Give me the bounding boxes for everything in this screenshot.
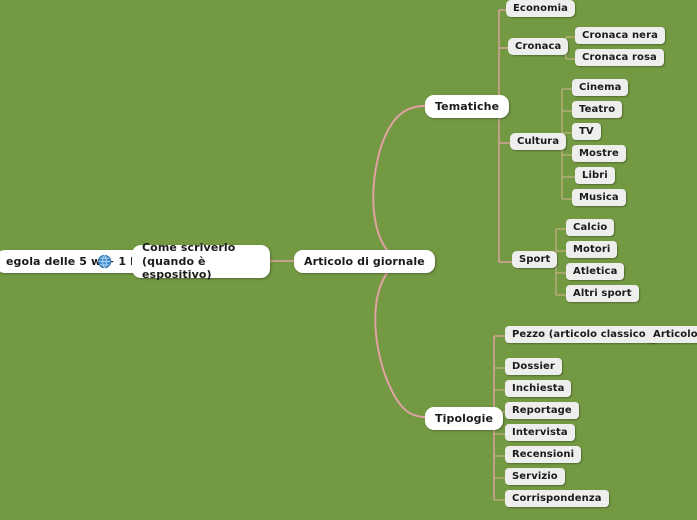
node-label: egola delle 5 w + 1 h	[6, 255, 139, 268]
node-label: Cronaca nera	[582, 30, 658, 41]
node-calcio[interactable]: Calcio	[566, 219, 615, 236]
node-label: Libri	[582, 170, 608, 181]
node-servizio[interactable]: Servizio	[505, 468, 565, 485]
node-label: Tipologie	[435, 412, 494, 425]
node-label: Servizio	[512, 471, 558, 482]
node-label: Altri sport	[573, 288, 632, 299]
node-label: Mostre	[579, 148, 619, 159]
node-corrispondenza[interactable]: Corrispondenza	[505, 490, 609, 507]
node-label: Sport	[519, 254, 551, 265]
node-label: Cronaca	[515, 41, 562, 52]
node-cinema[interactable]: Cinema	[572, 79, 629, 96]
node-label: TV	[579, 126, 594, 137]
node-label: Atletica	[573, 266, 618, 277]
node-atletica[interactable]: Atletica	[566, 263, 625, 280]
node-reportage[interactable]: Reportage	[505, 402, 579, 419]
node-intervista[interactable]: Intervista	[505, 424, 575, 441]
node-label: Tematiche	[435, 100, 500, 113]
node-musica[interactable]: Musica	[572, 189, 626, 206]
node-tematiche[interactable]: Tematiche	[425, 95, 510, 118]
node-regola-5w1h[interactable]: egola delle 5 w + 1 h	[0, 250, 149, 273]
node-motori[interactable]: Motori	[566, 241, 618, 258]
node-tv[interactable]: TV	[572, 123, 601, 140]
node-label: Economia	[513, 3, 569, 14]
node-teatro[interactable]: Teatro	[572, 101, 623, 118]
node-label: Pezzo (articolo classico)	[512, 329, 651, 340]
node-label: Teatro	[579, 104, 616, 115]
node-sport[interactable]: Sport	[512, 251, 558, 268]
node-come-scriverlo[interactable]: Come scriverlo (quando è espositivo)	[132, 241, 270, 281]
node-label: Articolo di giornale	[304, 255, 425, 268]
node-inchiesta[interactable]: Inchiesta	[505, 380, 572, 397]
node-label: Musica	[579, 192, 619, 203]
node-pezzo-articolo-classico[interactable]: Pezzo (articolo classico)	[505, 326, 658, 343]
mindmap-canvas: egola delle 5 w + 1 h Come scriverlo (qu…	[0, 0, 697, 520]
node-mostre[interactable]: Mostre	[572, 145, 626, 162]
node-cronaca-rosa[interactable]: Cronaca rosa	[575, 49, 664, 66]
node-label: Cultura	[517, 136, 560, 147]
node-recensioni[interactable]: Recensioni	[505, 446, 582, 463]
node-label: Reportage	[512, 405, 572, 416]
node-articolo-di-giornale[interactable]: Articolo di giornale	[294, 250, 435, 273]
node-cultura[interactable]: Cultura	[510, 133, 567, 150]
node-label: Cinema	[579, 82, 622, 93]
node-label: Calcio	[573, 222, 608, 233]
node-cronaca-nera[interactable]: Cronaca nera	[575, 27, 665, 44]
node-label: Cronaca rosa	[582, 52, 657, 63]
node-libri[interactable]: Libri	[575, 167, 615, 184]
node-dossier[interactable]: Dossier	[505, 358, 562, 375]
node-label: Intervista	[512, 427, 568, 438]
node-cronaca[interactable]: Cronaca	[508, 38, 569, 55]
node-label: Come scriverlo (quando è espositivo)	[142, 240, 236, 282]
node-label: Recensioni	[512, 449, 575, 460]
node-tipologie[interactable]: Tipologie	[425, 407, 504, 430]
node-articolo-di[interactable]: Articolo di	[646, 326, 697, 343]
node-economia[interactable]: Economia	[506, 0, 576, 17]
node-label: Corrispondenza	[512, 493, 602, 504]
node-label: Articolo di	[653, 329, 697, 340]
globe-icon[interactable]	[97, 254, 112, 269]
node-altri-sport[interactable]: Altri sport	[566, 285, 639, 302]
node-label: Inchiesta	[512, 383, 565, 394]
node-label: Motori	[573, 244, 611, 255]
node-label: Dossier	[512, 361, 555, 372]
